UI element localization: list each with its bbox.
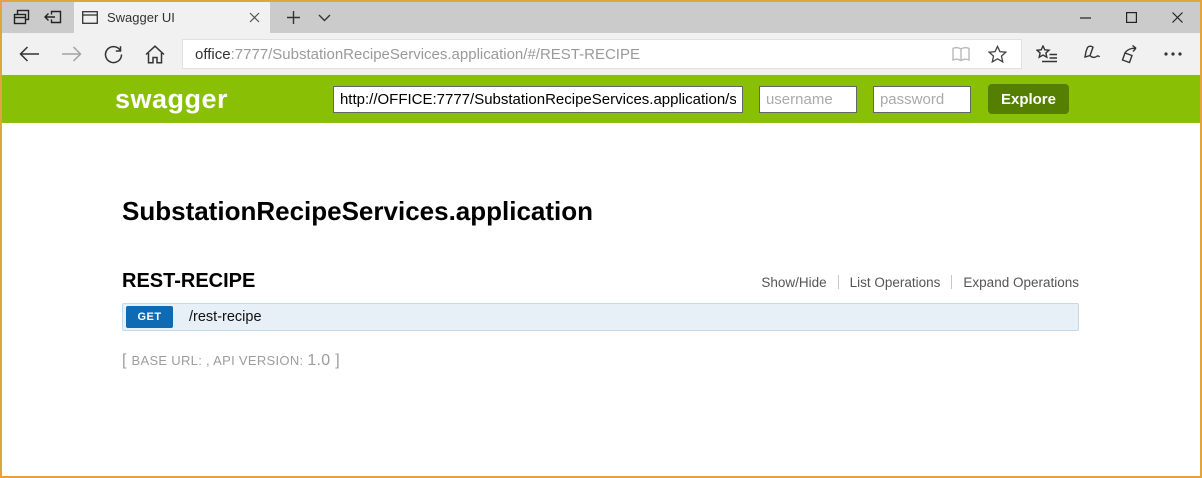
address-path: :7777/SubstationRecipeServices.applicati… [230,45,640,63]
refresh-icon [104,45,123,64]
refresh-button[interactable] [92,33,134,75]
link-divider [951,275,953,290]
browser-tab[interactable]: Swagger UI [74,2,270,33]
tab-list-chevron-icon [318,14,331,22]
share-icon [1121,44,1142,64]
tab-preview-icon [13,9,30,26]
tab-list-button[interactable] [309,2,340,33]
address-bar[interactable]: office:7777/SubstationRecipeServices.app… [182,39,1022,69]
favorite-star-icon [987,45,1007,63]
titlebar: Swagger UI [2,2,1200,33]
forward-icon [61,46,82,62]
endpoint-path-link[interactable]: /rest-recipe [189,309,262,325]
footer-labels: BASE URL: , API VERSION: [131,352,308,368]
hub-icon [1036,45,1058,63]
base-url-line: [ BASE URL: , API VERSION: 1.0 ] [122,352,1079,370]
new-tab-button[interactable] [278,2,309,33]
swagger-page-content: SubstationRecipeServices.application RES… [2,123,1200,476]
new-tab-icon [286,10,301,25]
expand-operations-link[interactable]: Expand Operations [963,275,1079,290]
address-url[interactable]: office:7777/SubstationRecipeServices.app… [195,46,943,63]
add-favorite-button[interactable] [979,45,1015,63]
more-ellipsis-icon [1164,52,1182,56]
home-button[interactable] [134,33,176,75]
endpoint-row[interactable]: GET /rest-recipe [122,302,1079,331]
web-note-button[interactable] [1068,33,1110,75]
list-operations-link[interactable]: List Operations [850,275,941,290]
minimize-icon [1079,16,1091,19]
set-tabs-aside-icon [43,10,62,26]
link-divider [837,275,839,290]
reading-view-icon [951,46,971,62]
set-tabs-aside-button[interactable] [37,2,68,33]
username-input[interactable] [758,85,857,113]
api-version-value: 1.0 [307,351,331,369]
forward-button[interactable] [50,33,92,75]
tab-title: Swagger UI [107,10,175,25]
back-icon [18,46,40,62]
maximize-icon [1125,12,1137,23]
address-host: office [195,45,231,63]
password-input[interactable] [872,85,971,113]
page-icon [82,11,98,24]
footer-bracket-open: [ [122,351,132,369]
footer-bracket-close: ] [330,351,340,369]
window-controls [1062,2,1200,33]
show-hide-link[interactable]: Show/Hide [761,275,826,290]
resource-links: Show/Hide List Operations Expand Operati… [761,275,1079,290]
close-window-button[interactable] [1154,2,1200,33]
more-button[interactable] [1152,33,1194,75]
http-method-badge[interactable]: GET [126,305,173,328]
resource-section-header: REST-RECIPE Show/Hide List Operations Ex… [122,270,1079,293]
resource-name[interactable]: REST-RECIPE [122,270,255,293]
close-window-icon [1171,12,1183,23]
web-note-pen-icon [1078,45,1100,63]
swagger-logo: swagger [115,83,229,114]
tab-preview-button[interactable] [6,2,37,33]
back-button[interactable] [8,33,50,75]
close-tab-icon[interactable] [247,10,262,25]
explore-button[interactable]: Explore [987,84,1069,114]
navigation-bar: office:7777/SubstationRecipeServices.app… [2,33,1200,75]
browser-window: Swagger UI office:7777/SubstationRecipeS… [0,0,1202,478]
minimize-button[interactable] [1062,2,1108,33]
maximize-button[interactable] [1108,2,1154,33]
reading-view-button[interactable] [943,46,979,62]
api-title: SubstationRecipeServices.application [122,196,594,226]
home-icon [145,44,165,64]
swagger-api-form: Explore [332,84,1069,114]
api-url-input[interactable] [332,85,743,113]
swagger-header: swagger Explore [2,75,1200,123]
share-button[interactable] [1110,33,1152,75]
hub-button[interactable] [1026,33,1068,75]
